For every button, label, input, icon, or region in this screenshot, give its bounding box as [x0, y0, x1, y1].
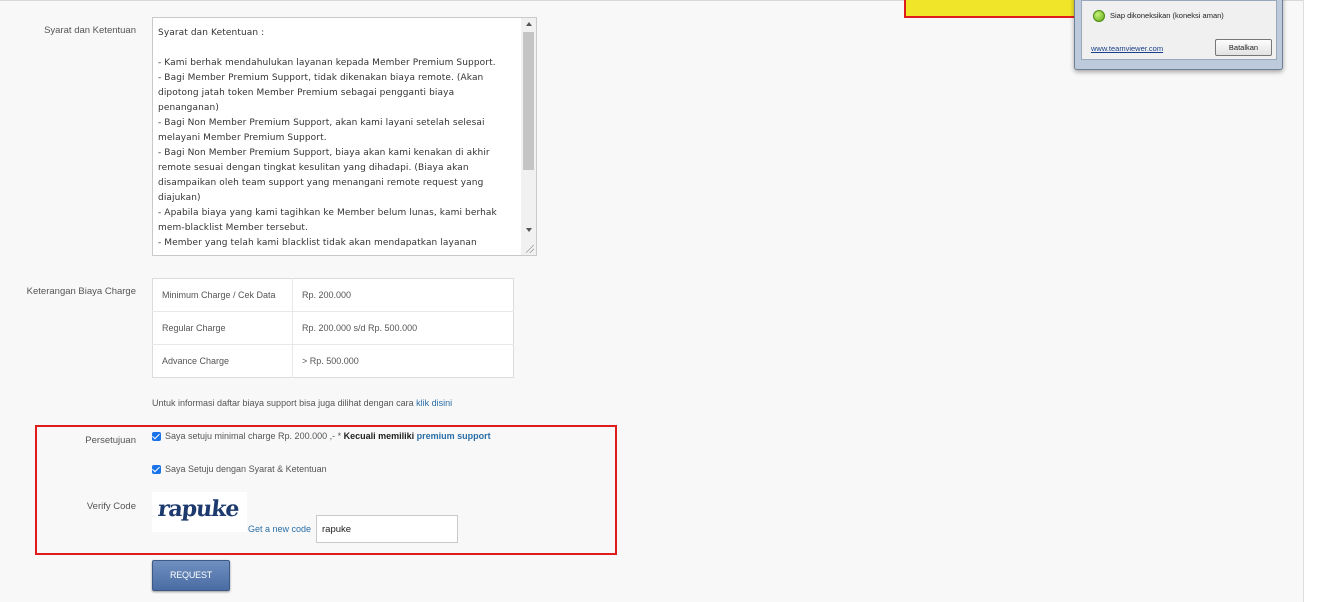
terms-textarea[interactable]: Syarat dan Ketentuan : - Kami berhak men… — [152, 17, 537, 256]
teamviewer-panel: Siap dikoneksikan (koneksi aman) www.tea… — [1081, 0, 1277, 60]
teamviewer-link[interactable]: www.teamviewer.com — [1091, 44, 1163, 53]
charge-label: Keterangan Biaya Charge — [26, 286, 136, 297]
table-row: Minimum Charge / Cek Data Rp. 200.000 — [152, 278, 514, 312]
agree-terms-label: Saya Setuju dengan Syarat & Ketentuan — [165, 464, 327, 474]
info-text: Untuk informasi daftar biaya support bis… — [152, 398, 417, 408]
premium-support-link[interactable]: premium support — [417, 431, 491, 441]
highlight-banner — [904, 0, 1082, 18]
verify-code-input[interactable] — [316, 515, 458, 543]
teamviewer-status: Siap dikoneksikan (koneksi aman) — [1110, 11, 1224, 20]
verify-label: Verify Code — [86, 501, 136, 512]
agree-terms-checkbox[interactable] — [152, 465, 161, 474]
terms-scrollbar[interactable] — [521, 18, 536, 255]
table-row: Regular Charge Rp. 200.000 s/d Rp. 500.0… — [152, 311, 514, 345]
new-code-link[interactable]: Get a new code — [248, 524, 311, 534]
agreement-label: Persetujuan — [85, 435, 136, 446]
info-line: Untuk informasi daftar biaya support bis… — [152, 398, 452, 408]
charge-value: > Rp. 500.000 — [302, 356, 359, 366]
info-link[interactable]: klik disini — [416, 398, 452, 408]
scroll-up-arrow-icon[interactable] — [526, 22, 532, 26]
cancel-button[interactable]: Batalkan — [1215, 39, 1272, 56]
agree-charge-text: Saya setuju minimal charge Rp. 200.000 ,… — [165, 431, 344, 441]
agree-charge-bold: Kecuali memiliki — [343, 431, 417, 441]
charge-value: Rp. 200.000 — [292, 278, 514, 312]
captcha-word: rapuke — [156, 496, 240, 522]
charge-value: Rp. 200.000 s/d Rp. 500.000 — [292, 311, 514, 345]
banner-text-fragment — [910, 0, 913, 2]
agree-charge-checkbox[interactable] — [152, 432, 161, 441]
charge-name: Minimum Charge / Cek Data — [152, 278, 293, 312]
table-row: Advance Charge > Rp. 500.000 — [152, 344, 514, 378]
charge-name: Regular Charge — [152, 311, 293, 345]
scroll-thumb[interactable] — [523, 32, 534, 170]
charge-name: Advance Charge — [152, 344, 293, 378]
agree-charge-label: Saya setuju minimal charge Rp. 200.000 ,… — [165, 431, 491, 441]
captcha-image: rapuke — [152, 492, 247, 532]
scroll-down-arrow-icon[interactable] — [526, 228, 532, 232]
charges-table: Minimum Charge / Cek Data Rp. 200.000 Re… — [152, 278, 514, 378]
status-ready-icon — [1093, 10, 1105, 22]
terms-label: Syarat dan Ketentuan — [44, 25, 136, 36]
teamviewer-window: Siap dikoneksikan (koneksi aman) www.tea… — [1074, 0, 1283, 70]
terms-text: Syarat dan Ketentuan : - Kami berhak men… — [158, 28, 497, 248]
resize-grip-icon[interactable] — [526, 245, 534, 253]
page-scrollbar[interactable] — [1303, 0, 1317, 602]
request-button[interactable]: REQUEST — [152, 560, 230, 591]
